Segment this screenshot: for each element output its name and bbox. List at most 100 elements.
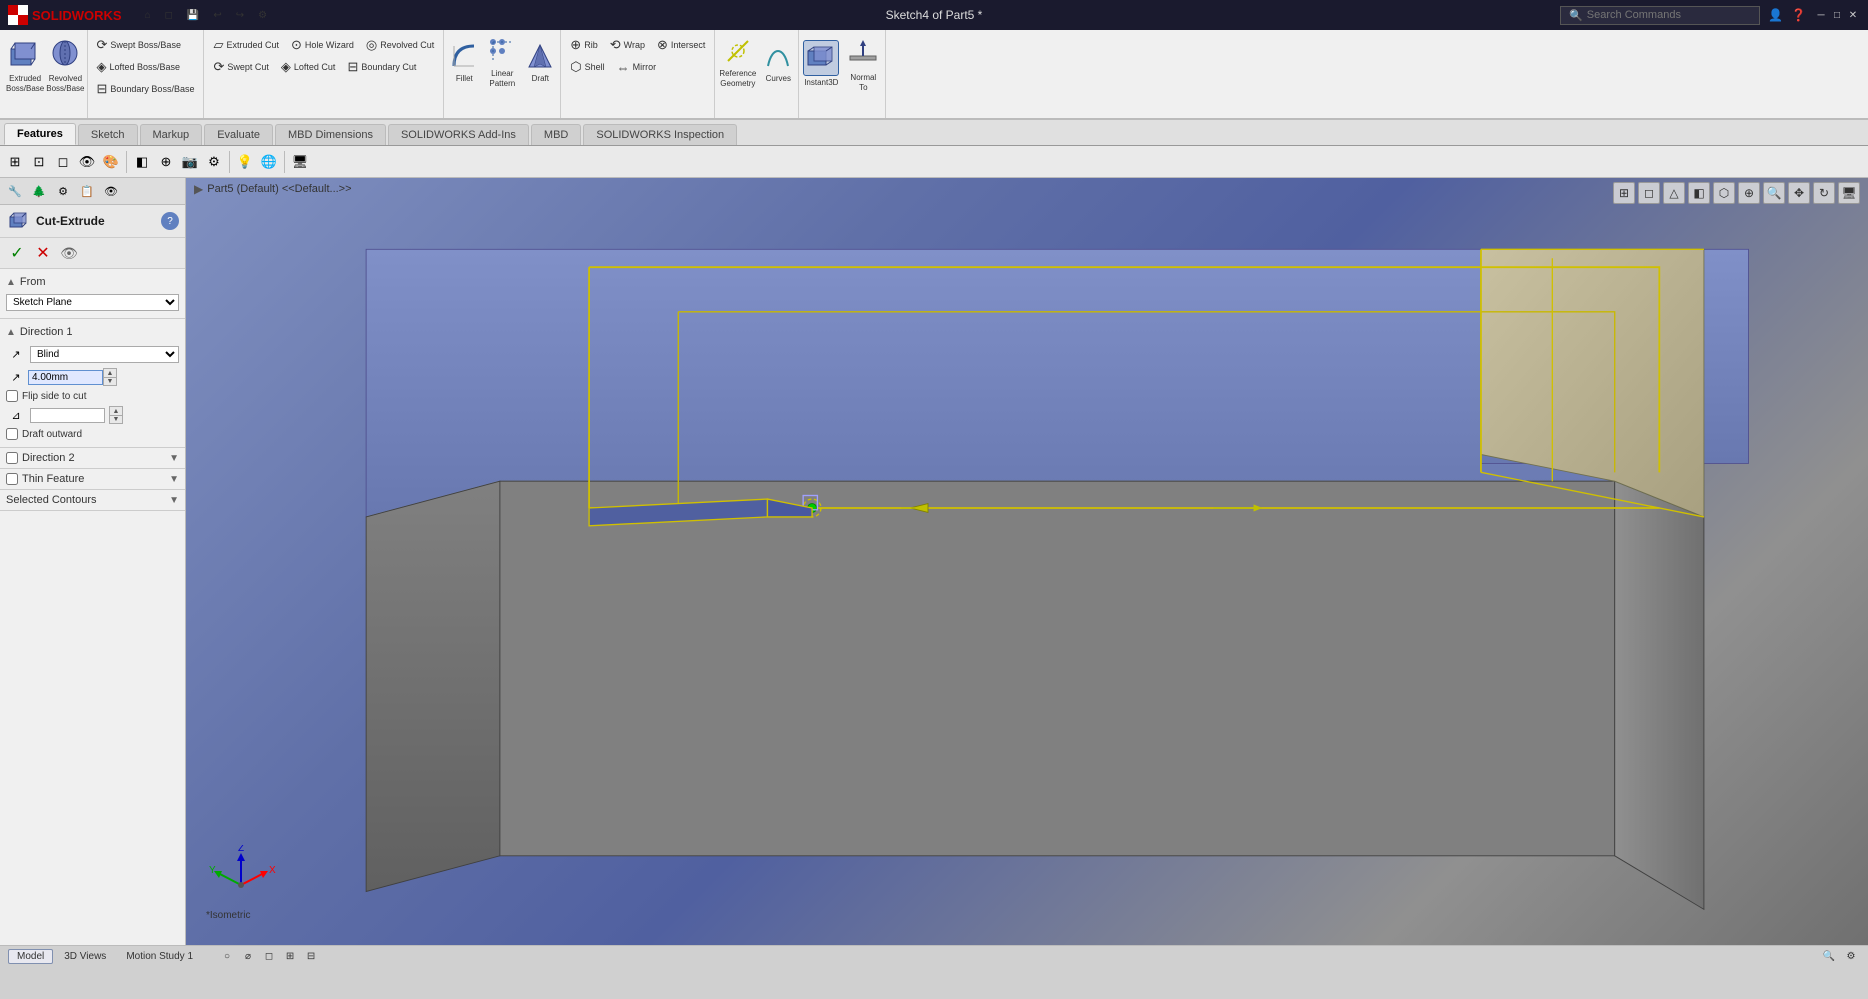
shell-button[interactable]: ⬡ Shell (565, 57, 609, 77)
search-box[interactable]: 🔍 (1560, 6, 1760, 25)
status-zoom-btn[interactable]: 🔍 (1820, 948, 1838, 966)
panel-properties-icon[interactable]: 📋 (76, 180, 98, 202)
thin-feature-checkbox[interactable] (6, 473, 18, 485)
statusbar-3dviews-tab[interactable]: 3D Views (55, 949, 115, 964)
from-label[interactable]: ▲ From (6, 276, 46, 288)
quick-access-save[interactable]: 💾 (182, 2, 204, 28)
close-button[interactable]: ✕ (1846, 8, 1860, 22)
minimize-button[interactable]: ─ (1814, 8, 1828, 22)
panel-title: Cut-Extrude (36, 214, 161, 228)
maximize-button[interactable]: □ (1830, 8, 1844, 22)
lighting-btn[interactable]: 💡 (234, 151, 256, 173)
title-right-controls: 🔍 👤 ❓ ─ □ ✕ (1560, 6, 1860, 25)
direction1-label[interactable]: ▲ Direction 1 (6, 326, 72, 338)
hole-wizard-button[interactable]: ⊙ Hole Wizard (286, 35, 359, 55)
selected-contours-section[interactable]: Selected Contours ▼ (0, 490, 185, 511)
draft-spin-down[interactable]: ▼ (109, 415, 123, 424)
from-select[interactable]: Sketch Plane (6, 294, 179, 311)
direction2-label: Direction 2 (22, 452, 75, 464)
display-style-btn[interactable]: ◻ (52, 151, 74, 173)
depth-spin-up[interactable]: ▲ (103, 368, 117, 377)
user-icon[interactable]: 👤 (1768, 8, 1783, 22)
flip-side-checkbox[interactable] (6, 390, 18, 402)
thin-feature-section[interactable]: Thin Feature ▼ (0, 469, 185, 490)
panel-help-button[interactable]: ? (161, 212, 179, 230)
extruded-cut-button[interactable]: ▱ Extruded Cut (208, 35, 284, 55)
status-minus-btn[interactable]: ⊟ (302, 948, 320, 966)
draft-angle-input[interactable] (30, 408, 105, 423)
tab-mbd-dimensions[interactable]: MBD Dimensions (275, 124, 386, 145)
view-focus-btn[interactable]: ⊕ (155, 151, 177, 173)
tab-markup[interactable]: Markup (140, 124, 203, 145)
intersect-button[interactable]: ⊗ Intersect (652, 35, 710, 55)
tab-evaluate[interactable]: Evaluate (204, 124, 273, 145)
cancel-button[interactable]: ✕ (32, 242, 54, 264)
flip-direction-button[interactable]: ↗ (6, 344, 26, 364)
panel-features-icon[interactable]: 🔧 (4, 180, 26, 202)
tab-solidworks-inspection[interactable]: SOLIDWORKS Inspection (583, 124, 737, 145)
help-icon[interactable]: ❓ (1791, 8, 1806, 22)
lofted-cut-button[interactable]: ◈ Lofted Cut (276, 57, 341, 77)
monitor-btn[interactable]: 🖥 (289, 151, 311, 173)
quick-access-home[interactable]: ⌂ (140, 2, 156, 28)
tab-features[interactable]: Features (4, 123, 76, 145)
draft-spin-up[interactable]: ▲ (109, 406, 123, 415)
lofted-boss-base-button[interactable]: ◈ Lofted Boss/Base (92, 57, 186, 77)
curves-button[interactable] (762, 40, 794, 72)
quick-access-new[interactable]: ◻ (160, 2, 178, 28)
swept-cut-button[interactable]: ⟳ Swept Cut (208, 57, 273, 77)
revolved-boss-base-button[interactable] (46, 34, 84, 72)
scene-btn[interactable]: 🌐 (258, 151, 280, 173)
panel-tree-icon[interactable]: 🌲 (28, 180, 50, 202)
panel-display-icon[interactable]: 👁 (100, 180, 122, 202)
draft-button[interactable] (524, 40, 556, 72)
depth-direction-icon[interactable]: ↗ (6, 367, 26, 387)
wrap-button[interactable]: ⟲ Wrap (605, 35, 650, 55)
statusbar-model-tab[interactable]: Model (8, 949, 53, 964)
tab-mbd[interactable]: MBD (531, 124, 581, 145)
direction2-section[interactable]: Direction 2 ▼ (0, 448, 185, 469)
reference-geometry-button[interactable] (722, 35, 754, 67)
quick-access-undo[interactable]: ↩ (208, 2, 226, 28)
tab-sketch[interactable]: Sketch (78, 124, 138, 145)
status-rect-btn[interactable]: ◻ (260, 948, 278, 966)
status-circle-btn[interactable]: ○ (218, 948, 236, 966)
status-grid-btn[interactable]: ⊞ (281, 948, 299, 966)
extruded-boss-base-button[interactable] (6, 34, 44, 72)
viewport[interactable]: ▶ Part5 (Default) <<Default...>> ⊞ ◻ △ ◧… (186, 178, 1868, 945)
tab-solidworks-addins[interactable]: SOLIDWORKS Add-Ins (388, 124, 529, 145)
direction2-checkbox[interactable] (6, 452, 18, 464)
direction1-type-select[interactable]: Blind Through All Up to Vertex Up to Sur… (30, 346, 179, 363)
window-controls[interactable]: ─ □ ✕ (1814, 8, 1860, 22)
boundary-boss-base-button[interactable]: ⊟ Boundary Boss/Base (92, 79, 200, 99)
panel-config-icon[interactable]: ⚙ (52, 180, 74, 202)
draft-outward-checkbox[interactable] (6, 428, 18, 440)
ok-button[interactable]: ✓ (6, 242, 28, 264)
depth-spin-down[interactable]: ▼ (103, 377, 117, 386)
linear-pattern-button[interactable] (486, 35, 518, 67)
search-input[interactable] (1587, 9, 1737, 21)
statusbar-motion-tab[interactable]: Motion Study 1 (117, 949, 202, 964)
draft-angle-icon[interactable]: ⊿ (6, 405, 26, 425)
status-circle2-btn[interactable]: ⌀ (239, 948, 257, 966)
quick-access-options[interactable]: ⚙ (253, 2, 272, 28)
view-settings-btn[interactable]: ⚙ (203, 151, 225, 173)
instant3d-button[interactable] (803, 40, 839, 76)
preview-button[interactable]: 👁 (58, 242, 80, 264)
hide-show-btn[interactable]: 👁 (76, 151, 98, 173)
revolved-cut-button[interactable]: ◎ Revolved Cut (361, 35, 439, 55)
rib-button[interactable]: ⊕ Rib (565, 35, 602, 55)
section-view-btn[interactable]: ◧ (131, 151, 153, 173)
view-selector-btn[interactable]: ⊞ (4, 151, 26, 173)
fillet-button[interactable] (448, 40, 480, 72)
depth-input[interactable] (28, 370, 103, 385)
status-settings-btn[interactable]: ⚙ (1842, 948, 1860, 966)
boundary-cut-button[interactable]: ⊟ Boundary Cut (342, 57, 421, 77)
mirror-button[interactable]: ⇔ Mirror (612, 58, 662, 77)
quick-access-redo[interactable]: ↪ (231, 2, 249, 28)
normal-to-button[interactable] (845, 35, 881, 71)
swept-boss-base-button[interactable]: ⟳ Swept Boss/Base (92, 35, 186, 55)
view-orientation-btn[interactable]: ⊡ (28, 151, 50, 173)
appearance-btn[interactable]: 🎨 (100, 151, 122, 173)
camera-btn[interactable]: 📷 (179, 151, 201, 173)
